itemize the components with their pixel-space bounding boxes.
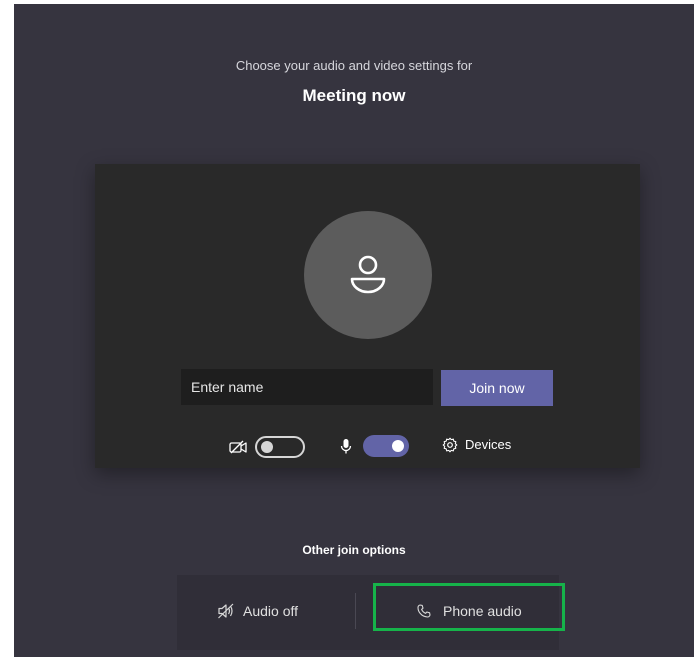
person-icon xyxy=(344,251,392,299)
settings-subtitle: Choose your audio and video settings for xyxy=(235,58,473,73)
toggle-knob xyxy=(392,440,404,452)
name-input[interactable] xyxy=(181,369,433,405)
other-join-options-bar: Audio off Phone audio xyxy=(177,575,559,650)
meeting-prejoin-screen: Choose your audio and video settings for… xyxy=(14,4,694,657)
microphone-toggle[interactable] xyxy=(363,435,409,457)
audio-off-option[interactable]: Audio off xyxy=(217,603,298,619)
join-now-button[interactable]: Join now xyxy=(441,370,553,406)
speaker-off-icon xyxy=(217,603,235,619)
camera-toggle[interactable] xyxy=(255,436,305,458)
audio-off-label: Audio off xyxy=(243,603,299,619)
options-divider xyxy=(355,593,356,629)
phone-audio-label: Phone audio xyxy=(443,603,522,619)
other-join-options-heading: Other join options xyxy=(302,543,406,557)
avatar xyxy=(304,211,432,339)
meeting-title: Meeting now xyxy=(302,86,406,105)
camera-off-icon xyxy=(229,440,247,454)
microphone-icon xyxy=(340,438,352,455)
toggle-knob xyxy=(261,441,273,453)
phone-icon xyxy=(417,604,431,618)
devices-button[interactable]: Devices xyxy=(465,437,511,452)
video-preview-panel: Join now xyxy=(95,164,640,468)
phone-audio-option[interactable]: Phone audio xyxy=(417,603,522,619)
gear-icon[interactable] xyxy=(442,437,458,453)
